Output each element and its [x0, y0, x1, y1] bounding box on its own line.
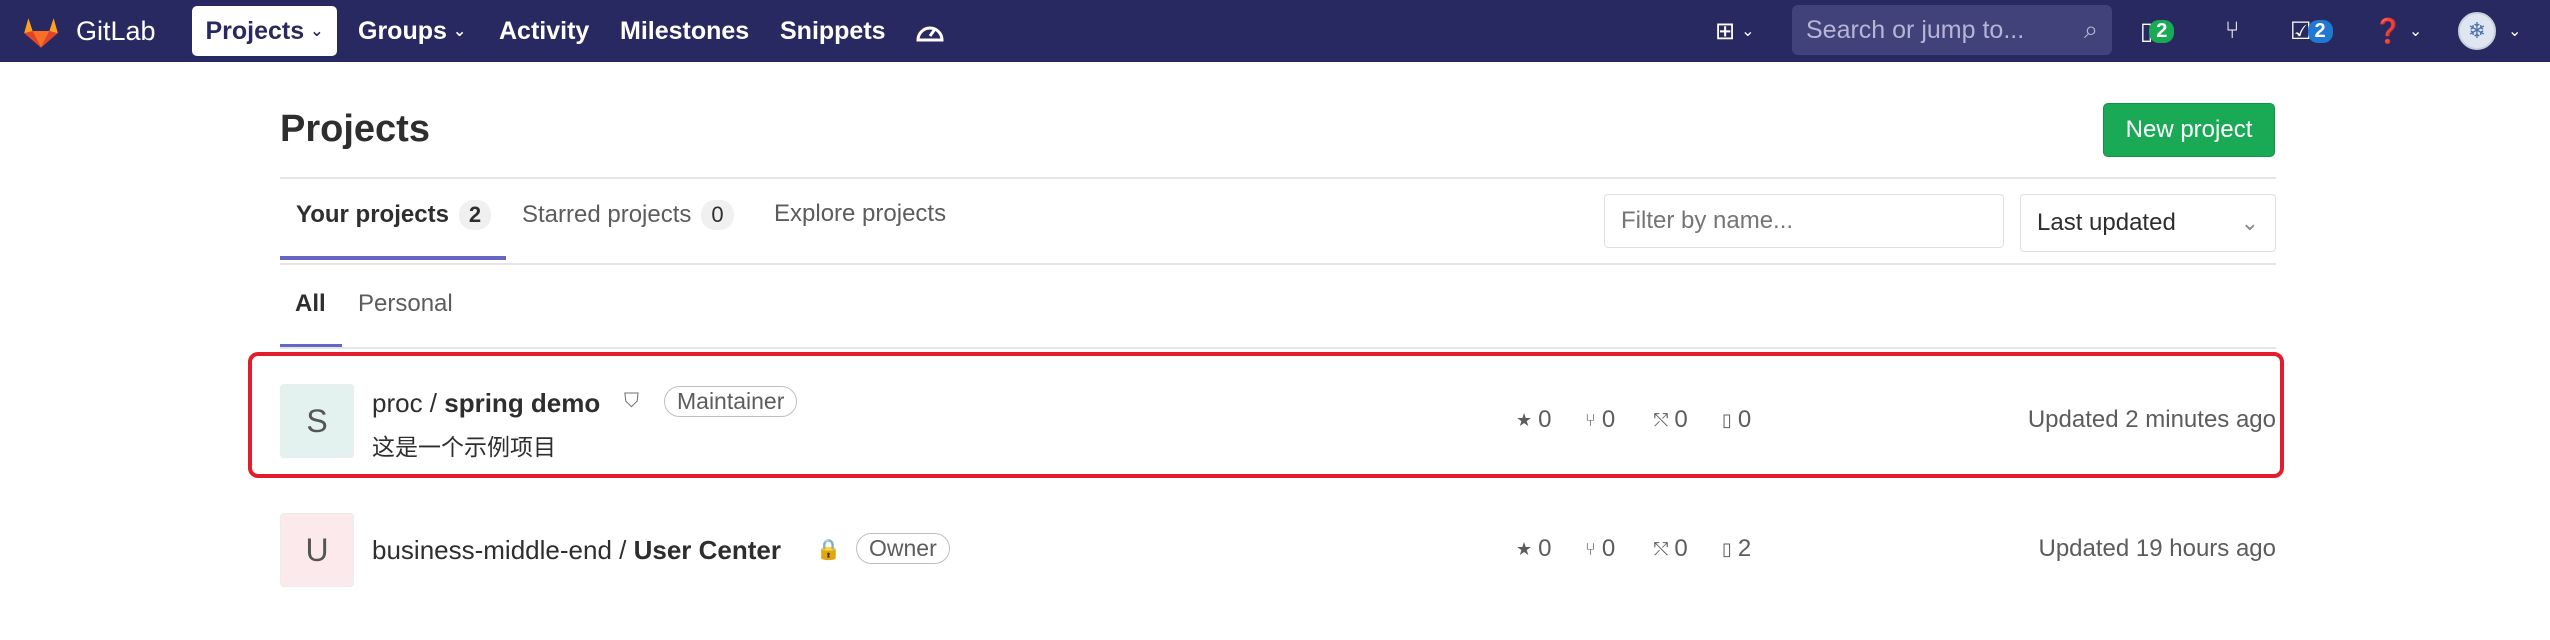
new-project-button[interactable]: New project — [2103, 103, 2275, 157]
search-input[interactable]: Search or jump to... ⌕ — [1792, 5, 2112, 55]
subtab-personal[interactable]: Personal — [358, 290, 453, 318]
chevron-down-icon[interactable]: ⌄ — [2502, 0, 2521, 62]
nav-projects-label: Projects — [205, 16, 305, 45]
sort-value: Last updated — [2037, 209, 2176, 236]
issues-icon: ▯ — [1722, 538, 1732, 559]
chevron-down-icon: ⌄ — [2408, 23, 2423, 40]
brand-name[interactable]: GitLab — [76, 0, 156, 62]
issues-count[interactable]: ▯ 2 — [1722, 535, 1751, 563]
project-namespace: business-middle-end / — [372, 535, 634, 565]
new-item-dropdown[interactable]: ⊞ ⌄ — [1715, 0, 1755, 62]
nav-groups-label: Groups — [358, 16, 447, 45]
highlight-box — [248, 352, 2284, 478]
tab-starred-projects[interactable]: Starred projects 0 — [522, 200, 734, 230]
nav-snippets[interactable]: Snippets — [780, 0, 886, 62]
lock-icon: 🔒 — [816, 539, 841, 561]
merge-requests-count[interactable]: ⤲ 0 — [1654, 535, 1688, 563]
sort-dropdown[interactable]: Last updated ⌄ — [2020, 194, 2276, 252]
merge-requests-shortcut[interactable]: ⑂ — [2225, 0, 2239, 62]
chevron-down-icon: ⌄ — [1741, 23, 1755, 40]
stars-value: 0 — [1538, 535, 1552, 562]
merge-request-icon: ⑂ — [2225, 17, 2240, 44]
divider — [280, 177, 2276, 179]
project-avatar[interactable]: U — [280, 513, 354, 587]
merge-request-icon: ⤲ — [1654, 538, 1669, 559]
user-avatar[interactable]: ❄ — [2458, 12, 2496, 50]
stars-count[interactable]: ★ 0 — [1516, 535, 1552, 563]
page-title: Projects — [280, 108, 430, 150]
search-placeholder: Search or jump to... — [1806, 15, 2025, 44]
count-badge: 0 — [701, 200, 734, 230]
todos-shortcut[interactable]: ☑ 2 — [2290, 0, 2333, 62]
search-icon: ⌕ — [2083, 15, 2098, 44]
divider — [280, 347, 2276, 349]
project-name-link[interactable]: business-middle-end / User Center — [372, 535, 781, 566]
star-icon: ★ — [1516, 538, 1533, 559]
help-icon: ❓ — [2373, 17, 2403, 45]
fork-icon: ⑂ — [1585, 538, 1596, 559]
issues-shortcut[interactable]: ▯ 2 — [2140, 0, 2175, 62]
nav-groups-dropdown[interactable]: Groups ⌄ — [358, 0, 466, 62]
forks-value: 0 — [1601, 535, 1616, 562]
top-navbar: GitLab Projects ⌄ Groups ⌄ Activity Mile… — [0, 0, 2550, 62]
tab-your-projects[interactable]: Your projects 2 — [296, 200, 492, 230]
count-badge: 2 — [458, 200, 492, 230]
divider — [280, 263, 2276, 265]
subtab-all[interactable]: All — [295, 290, 326, 318]
project-row[interactable]: U business-middle-end / User Center 🔒 Ow… — [280, 513, 2276, 587]
issues-value: 2 — [1737, 535, 1752, 562]
nav-projects-dropdown[interactable]: Projects ⌄ — [192, 6, 337, 56]
help-dropdown[interactable]: ❓ ⌄ — [2373, 0, 2422, 62]
nav-activity[interactable]: Activity — [499, 0, 589, 62]
active-tab-indicator — [280, 256, 506, 260]
todos-count-badge: 2 — [2307, 19, 2333, 43]
tab-label: Starred projects — [522, 201, 692, 228]
tab-label: Explore projects — [774, 200, 947, 227]
updated-timestamp: Updated 19 hours ago — [2038, 535, 2276, 562]
gitlab-logo-icon[interactable] — [20, 0, 62, 62]
tab-explore-projects[interactable]: Explore projects — [774, 200, 946, 228]
chevron-down-icon: ⌄ — [310, 23, 324, 40]
forks-count[interactable]: ⑂ 0 — [1585, 535, 1615, 563]
admin-area-gauge-icon[interactable] — [915, 0, 945, 62]
chevron-down-icon: ⌄ — [2240, 210, 2259, 235]
issues-count-badge: 2 — [2149, 19, 2175, 43]
role-badge: Owner — [856, 533, 950, 564]
project-name: User Center — [633, 535, 781, 565]
tab-label: Your projects — [296, 201, 449, 228]
plus-square-icon: ⊞ — [1715, 17, 1736, 45]
merge-requests-value: 0 — [1674, 535, 1688, 562]
filter-by-name-input[interactable] — [1604, 194, 2004, 248]
nav-milestones[interactable]: Milestones — [620, 0, 749, 62]
chevron-down-icon: ⌄ — [452, 23, 467, 40]
